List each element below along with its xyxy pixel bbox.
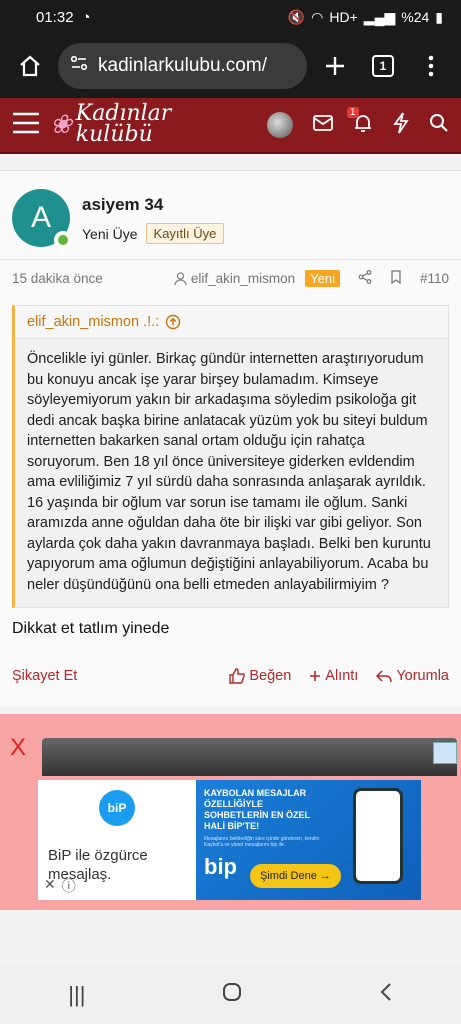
hamburger-icon[interactable] xyxy=(12,112,40,139)
new-tab-button[interactable] xyxy=(315,46,355,86)
post-number[interactable]: #110 xyxy=(420,271,449,286)
post-meta: 15 dakika önce elif_akin_mismon Yeni #11… xyxy=(0,259,461,297)
site-header: ❀ Kadınlar kulübü 1 xyxy=(0,98,461,154)
whatsapp-icon: ◔ xyxy=(81,8,91,26)
ad-creative[interactable]: KAYBOLAN MESAJLAR ÖZELLİĞİYLE SOHBETLERİ… xyxy=(196,780,421,900)
user-title: Yeni Üye xyxy=(82,225,138,242)
status-time: 01:32 xyxy=(36,8,74,26)
quote-text: Öncelikle iyi günler. Birkaç gündür inte… xyxy=(27,351,431,593)
thread-author-name: elif_akin_mismon xyxy=(190,271,296,286)
author-name[interactable]: asiyem 34 xyxy=(82,195,224,215)
user-icon xyxy=(174,271,187,285)
menu-dots-icon[interactable] xyxy=(411,46,451,86)
reply-icon xyxy=(376,670,393,683)
site-info-icon[interactable] xyxy=(70,54,88,78)
logo-emblem-icon: ❀ xyxy=(50,109,72,140)
post-message: Dikkat et tatlım yinede xyxy=(12,620,170,637)
home-nav-icon[interactable] xyxy=(222,982,242,1008)
ad-banner[interactable]: biP BiP ile özgürce mesajlaş. ✕ ⓘ KAYBOL… xyxy=(38,780,421,900)
home-icon[interactable] xyxy=(10,46,50,86)
share-icon[interactable] xyxy=(358,270,372,287)
quote-button[interactable]: Alıntı xyxy=(309,668,358,684)
quote-label: Alıntı xyxy=(325,668,359,684)
like-button[interactable]: Beğen xyxy=(229,668,291,684)
advertisement: X biP BiP ile özgürce mesajlaş. ✕ ⓘ KAYB… xyxy=(0,714,461,910)
tab-switcher-button[interactable]: 1 xyxy=(363,46,403,86)
network-type: HD+ xyxy=(329,9,358,25)
user-badge: Kayıtlı Üye xyxy=(145,223,225,244)
report-button[interactable]: Şikayet Et xyxy=(12,668,77,684)
account-avatar[interactable] xyxy=(267,112,293,138)
bip-logo: biP xyxy=(99,790,135,826)
browser-toolbar: kadinlarkulubu.com/ 1 xyxy=(0,34,461,98)
ad-close-button[interactable]: X xyxy=(10,734,26,762)
spacer xyxy=(0,154,461,170)
quote-author: elif_akin_mismon .!.: xyxy=(27,314,160,330)
mail-icon[interactable] xyxy=(313,114,333,136)
post-author-block: A asiyem 34 Yeni Üye Kayıtlı Üye xyxy=(0,171,461,259)
wifi-icon: ◠ xyxy=(311,8,324,25)
ad-headline: KAYBOLAN MESAJLAR ÖZELLİĞİYLE SOHBETLERİ… xyxy=(204,788,310,831)
phone-illustration xyxy=(353,788,403,884)
flash-icon[interactable] xyxy=(393,111,409,139)
author-initial: A xyxy=(30,201,51,234)
reply-label: Yorumla xyxy=(396,668,449,684)
new-tag: Yeni xyxy=(305,270,340,287)
battery-icon: ▮ xyxy=(435,8,443,25)
ad-info-icon[interactable]: ⓘ xyxy=(62,876,76,896)
reply-button[interactable]: Yorumla xyxy=(376,668,449,684)
quote-block: elif_akin_mismon .!.: Öncelikle iyi günl… xyxy=(12,305,449,608)
back-icon[interactable] xyxy=(379,982,393,1008)
plus-quote-icon xyxy=(310,671,321,681)
mute-icon: 🔇 xyxy=(287,8,306,25)
logo-line2: kulübü xyxy=(75,122,153,147)
thread-author[interactable]: elif_akin_mismon xyxy=(174,271,295,286)
ad-cta-button[interactable]: Şimdi Dene → xyxy=(250,864,341,888)
forum-post: A asiyem 34 Yeni Üye Kayıtlı Üye 15 daki… xyxy=(0,170,461,706)
ad-video-strip[interactable] xyxy=(42,738,457,776)
recent-apps-icon[interactable]: ||| xyxy=(68,982,85,1008)
search-icon[interactable] xyxy=(429,113,449,138)
author-avatar[interactable]: A xyxy=(12,189,72,249)
adchoices-icon[interactable] xyxy=(433,742,457,764)
like-label: Beğen xyxy=(249,668,292,684)
quote-header[interactable]: elif_akin_mismon .!.: xyxy=(15,306,448,339)
plus-icon xyxy=(326,57,344,75)
bell-icon[interactable]: 1 xyxy=(347,106,373,138)
site-logo[interactable]: ❀ Kadınlar kulübü xyxy=(50,103,171,147)
thumbs-up-icon xyxy=(229,668,246,684)
status-bar: 01:32 ◔ 🔇 ◠ HD+ ▂▄▆ %24 ▮ xyxy=(0,0,461,34)
ad-dismiss-icon[interactable]: ✕ xyxy=(44,876,56,896)
url-text: kadinlarkulubu.com/ xyxy=(98,55,267,76)
bookmark-icon[interactable] xyxy=(390,270,402,287)
signal-icon: ▂▄▆ xyxy=(363,8,396,25)
post-actions: Şikayet Et Beğen Alıntı Yorumla xyxy=(0,650,461,706)
alert-count-badge: 1 xyxy=(347,106,359,118)
url-field[interactable]: kadinlarkulubu.com/ xyxy=(58,43,307,89)
post-time[interactable]: 15 dakika önce xyxy=(12,271,103,286)
arrow-up-circle-icon xyxy=(165,314,181,330)
system-nav-bar: ||| xyxy=(0,966,461,1024)
ad-smalltext: Mesajlarını belirlediğin süre içinde gön… xyxy=(204,836,320,848)
online-indicator-icon xyxy=(54,231,72,249)
tab-count: 1 xyxy=(372,55,394,77)
battery-level: %24 xyxy=(401,9,430,25)
